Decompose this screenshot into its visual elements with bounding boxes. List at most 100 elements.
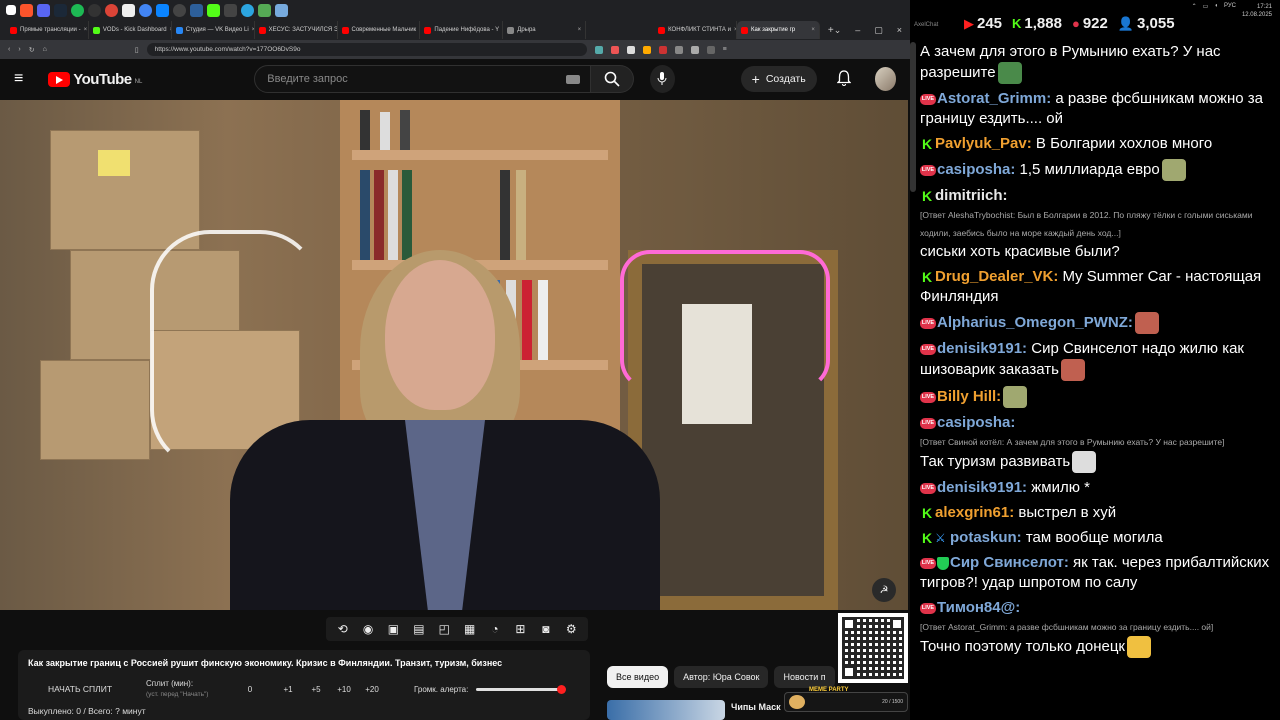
language-indicator[interactable]: РУС (1224, 3, 1236, 9)
camera-icon[interactable]: ◙ (538, 622, 554, 636)
chip-news[interactable]: Новости п (774, 666, 835, 688)
chat-username[interactable]: Billy Hill: (937, 388, 1001, 405)
chat-username[interactable]: Astorat_Grimm: (937, 90, 1051, 107)
extension-icon[interactable] (658, 45, 667, 54)
menu-icon[interactable]: ≡ (723, 46, 727, 53)
recommended-title[interactable]: Чипы Маск (731, 702, 781, 712)
chat-username[interactable]: Alpharius_Omegon_PWNZ: (937, 314, 1133, 331)
back-icon[interactable]: ‹ (8, 46, 10, 53)
app-icon[interactable] (241, 3, 254, 17)
app-icon[interactable] (190, 3, 203, 17)
loop-icon[interactable]: ⟲ (335, 622, 351, 636)
maximize-icon[interactable]: ▢ (874, 25, 883, 36)
tab-close-icon[interactable]: × (84, 27, 88, 33)
chat-username[interactable]: Сир Свинселот: (950, 554, 1069, 571)
browser-tab[interactable]: VODs - Kick Dashboard× (89, 21, 172, 39)
display-icon[interactable]: ▭ (1203, 3, 1209, 10)
recommended-thumbnail[interactable] (607, 700, 725, 720)
chat-username[interactable]: Pavlyuk_Pav: (935, 135, 1032, 152)
home-icon[interactable]: ⌂ (43, 46, 47, 53)
cast-icon[interactable]: ▣ (385, 622, 401, 636)
app-icon[interactable] (258, 3, 271, 17)
kick-icon[interactable] (207, 3, 220, 17)
bookmark-icon[interactable]: ▯ (135, 46, 139, 54)
slider-handle[interactable] (557, 684, 567, 694)
speed-icon[interactable]: ◔ (487, 622, 503, 636)
chrome-icon[interactable] (105, 3, 118, 17)
screenshot-frame-icon[interactable]: ▦ (462, 622, 478, 636)
youtube-logo[interactable]: YouTube NL (48, 71, 142, 88)
chat-scrollbar[interactable] (910, 42, 916, 192)
start-split-button[interactable]: НАЧАТЬ СПЛИТ (28, 684, 132, 694)
chip-all-videos[interactable]: Все видео (607, 666, 669, 688)
increment-button[interactable]: +5 (302, 685, 330, 694)
chat-username[interactable]: Тимон84@: (937, 599, 1020, 616)
tab-close-icon[interactable]: × (578, 27, 582, 33)
settings-gear-icon[interactable]: ⚙ (563, 622, 579, 636)
increment-button[interactable]: +10 (330, 685, 358, 694)
windows-icon[interactable] (6, 5, 16, 15)
increment-button[interactable]: +20 (358, 685, 386, 694)
audio-icon[interactable]: ◉ (360, 622, 376, 636)
create-button[interactable]: + Создать (740, 66, 817, 92)
extension-icon[interactable] (674, 45, 683, 54)
clip-icon[interactable]: ▤ (411, 622, 427, 636)
chip-author[interactable]: Автор: Юра Совок (674, 666, 769, 688)
discord-icon[interactable] (37, 3, 50, 17)
steam-icon[interactable] (54, 3, 67, 17)
browser-tab[interactable]: ХЕСУС: ЗАСТУЧИЛСЯ Э× (255, 21, 338, 39)
brave-icon[interactable] (20, 3, 33, 17)
browser-tab[interactable]: Дрыра × (503, 21, 587, 39)
tab-close-icon[interactable]: × (811, 27, 815, 33)
reload-icon[interactable]: ↻ (29, 46, 35, 54)
chevron-up-icon[interactable]: ⌃ (1192, 3, 1197, 10)
video-player[interactable]: ☭ (0, 100, 908, 610)
obs-icon[interactable] (88, 3, 101, 17)
search-button[interactable] (591, 65, 634, 93)
system-clock[interactable]: 17:21 12.08.2025 (1242, 3, 1272, 19)
chevron-down-icon[interactable]: ⌄ (834, 25, 842, 36)
extension-icon[interactable] (626, 45, 635, 54)
account-avatar[interactable] (874, 67, 896, 91)
extension-icon[interactable] (642, 45, 651, 54)
app-icon[interactable] (275, 3, 288, 17)
minimize-icon[interactable]: – (855, 25, 860, 36)
search-box[interactable]: Введите запрос (254, 65, 592, 93)
close-icon[interactable]: × (897, 25, 902, 36)
url-field[interactable]: https://www.youtube.com/watch?v=177OO6Dv… (146, 43, 587, 56)
extension-icon[interactable] (706, 45, 715, 54)
alert-volume-slider[interactable] (476, 684, 567, 694)
browser-tab[interactable]: Как закрытие гр × (737, 21, 820, 39)
search-input[interactable]: Введите запрос (267, 73, 347, 85)
app-icon[interactable] (156, 3, 169, 17)
chat-username[interactable]: potaskun: (950, 529, 1022, 546)
chat-username[interactable]: alexgrin61: (935, 504, 1014, 521)
keyboard-icon[interactable] (566, 74, 581, 84)
app-icon[interactable] (173, 3, 186, 17)
add-icon[interactable]: ⊞ (512, 622, 528, 636)
resize-icon[interactable]: ◰ (436, 622, 452, 636)
chat-username[interactable]: casiposha: (937, 414, 1015, 431)
browser-tab[interactable]: Студия — VK Видео Li× (172, 21, 255, 39)
app-icon[interactable] (224, 3, 237, 17)
browser-tab[interactable]: Прямые трансляции - × (6, 21, 89, 39)
chat-username[interactable]: Drug_Dealer_VK: (935, 268, 1058, 285)
extension-icon[interactable] (690, 45, 699, 54)
chat-username[interactable]: denisik9191: (937, 340, 1027, 357)
channel-watermark-icon[interactable]: ☭ (872, 578, 896, 602)
browser-tab[interactable]: Современные Мальчик× (338, 21, 421, 39)
browser-tab[interactable]: КОНФЛИКТ СТИНТА и× (654, 21, 737, 39)
extension-icon[interactable] (594, 45, 603, 54)
xbox-icon[interactable] (122, 3, 135, 17)
voice-search-button[interactable] (649, 65, 675, 93)
increment-button[interactable]: +1 (274, 685, 302, 694)
app-icon[interactable] (139, 3, 152, 17)
hamburger-menu-icon[interactable]: ≡ (14, 70, 28, 88)
volume-icon[interactable]: ◖ (1214, 3, 1218, 9)
forward-icon[interactable]: › (18, 46, 20, 53)
chat-username[interactable]: dimitriich: (935, 187, 1008, 204)
spotify-icon[interactable] (71, 3, 84, 17)
chat-username[interactable]: denisik9191: (937, 479, 1027, 496)
notifications-bell-icon[interactable] (836, 69, 852, 89)
extension-icon[interactable] (610, 45, 619, 54)
